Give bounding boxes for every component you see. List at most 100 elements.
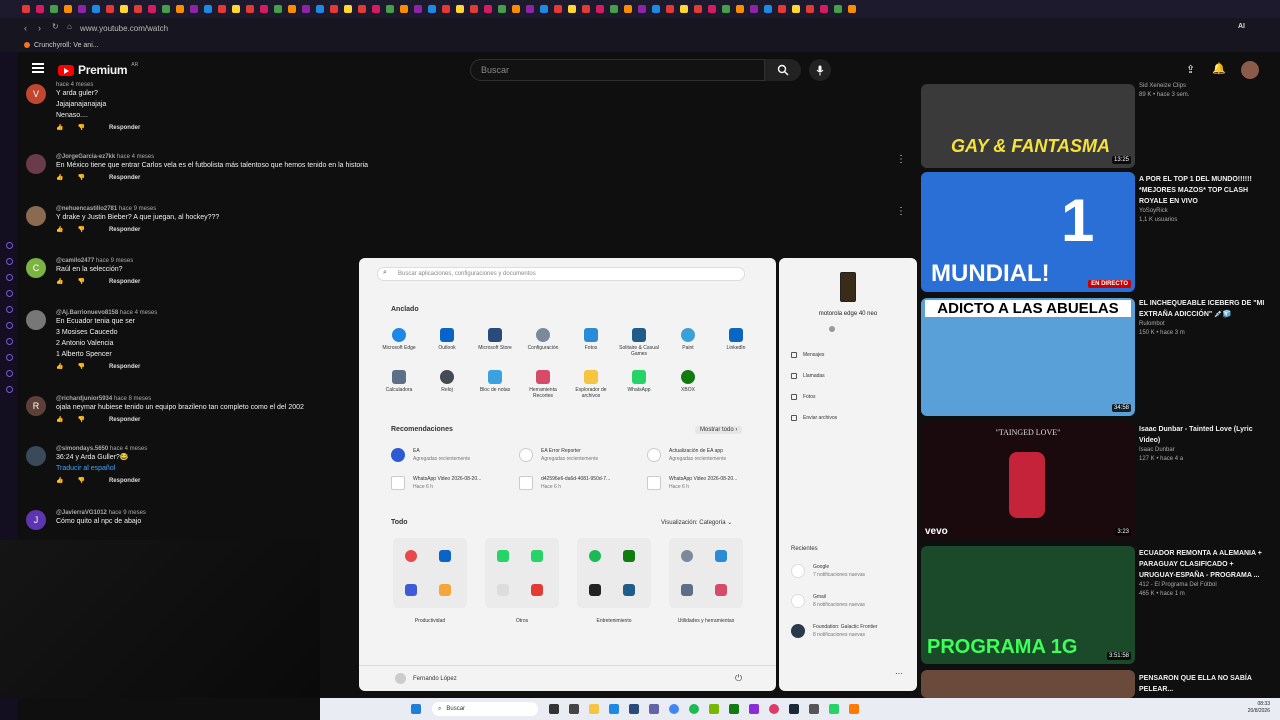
browser-tab-icon[interactable] (344, 5, 352, 13)
reply-button[interactable]: Responder (109, 175, 140, 181)
browser-tab-icon[interactable] (64, 5, 72, 13)
browser-tab-icon[interactable] (806, 5, 814, 13)
more-icon[interactable]: ⋯ (895, 669, 903, 678)
pinned-app[interactable]: Calculadora (375, 370, 423, 393)
view-selector[interactable]: Visualización: Categoría ⌄ (661, 519, 732, 526)
browser-tab-icon[interactable] (652, 5, 660, 13)
sidebar-icon[interactable] (5, 354, 13, 361)
avatar[interactable] (26, 154, 46, 174)
taskbar-search[interactable]: ⌕ Buscar (432, 702, 538, 716)
reply-button[interactable]: Responder (109, 125, 140, 131)
dislike-icon[interactable]: 👎 (77, 226, 84, 233)
notifications-bell-icon[interactable]: 🔔 (1212, 62, 1226, 75)
video-info[interactable]: ECUADOR REMONTA A ALEMANIA + PARAGUAY CL… (1139, 548, 1267, 599)
browser-tab-icon[interactable] (568, 5, 576, 13)
pinned-app[interactable]: Outlook (423, 328, 471, 351)
show-all-button[interactable]: Mostrar todo › (695, 426, 743, 434)
file-explorer-icon[interactable] (589, 704, 599, 714)
reply-button[interactable]: Responder (109, 227, 140, 233)
pinned-app[interactable]: Herramienta Recortes (519, 370, 567, 399)
browser-tab-icon[interactable] (834, 5, 842, 13)
browser-tab-icon[interactable] (106, 5, 114, 13)
browser-tab-icon[interactable] (302, 5, 310, 13)
dislike-icon[interactable]: 👎 (77, 416, 84, 423)
recommendation-item[interactable]: WhatsApp Video 2026-08-20... Hace 6 h (391, 474, 511, 494)
dislike-icon[interactable]: 👎 (77, 278, 84, 285)
browser-tab-icon[interactable] (736, 5, 744, 13)
reply-button[interactable]: Responder (109, 417, 140, 423)
pinned-app[interactable]: Microsoft Edge (375, 328, 423, 351)
address-bar[interactable]: ‹ › ↻ ⌂ www.youtube.com/watch AI (0, 18, 1280, 38)
recommendation-item[interactable]: EA Error Reporter Agregadas recientemente (519, 446, 639, 466)
reply-button[interactable]: Responder (109, 364, 140, 370)
video-thumbnail[interactable]: "TAINGED LOVE" vevo 3:23 (921, 422, 1135, 540)
browser-tab-icon[interactable] (540, 5, 548, 13)
avatar[interactable]: R (26, 396, 46, 416)
browser-tab-icon[interactable] (204, 5, 212, 13)
video-title[interactable]: A POR EL TOP 1 DEL MUNDO!!!!!! *MEJORES … (1139, 174, 1267, 207)
browser-tab-icon[interactable] (624, 5, 632, 13)
system-clock[interactable]: 08:33 20/8/2026 (1248, 701, 1270, 715)
xbox-icon[interactable] (729, 704, 739, 714)
home-icon[interactable]: ⌂ (67, 22, 72, 31)
video-title[interactable]: PENSARON QUE ELLA NO SABÍA PELEAR... (1139, 673, 1267, 695)
store-icon[interactable] (629, 704, 639, 714)
upload-icon[interactable]: ⇪ (1186, 63, 1195, 76)
teams-icon[interactable] (649, 704, 659, 714)
sidebar-icon[interactable] (5, 258, 13, 265)
sidebar-icon[interactable] (5, 306, 13, 313)
pinned-app[interactable]: Explorador de archivos (567, 370, 615, 399)
reply-button[interactable]: Responder (109, 279, 140, 285)
video-thumbnail[interactable]: GAY & FANTASMA 13:25 (921, 84, 1135, 168)
url-text[interactable]: www.youtube.com/watch (80, 24, 168, 33)
ai-button[interactable]: AI (1238, 23, 1245, 30)
forward-icon[interactable]: › (38, 23, 41, 33)
browser-tab-icon[interactable] (162, 5, 170, 13)
reply-button[interactable]: Responder (109, 478, 140, 484)
browser-tab-icon[interactable] (274, 5, 282, 13)
channel-name[interactable]: Rulombot (1139, 320, 1267, 329)
channel-name[interactable]: 412 - El Programa Del Fútbol (1139, 581, 1267, 590)
chrome-icon[interactable] (669, 704, 679, 714)
start-button-icon[interactable] (411, 704, 421, 714)
pinned-app[interactable]: Configuración (519, 328, 567, 351)
video-thumbnail[interactable]: PROGRAMA 1G 3:51:58 (921, 546, 1135, 664)
taskbar-app-icon[interactable] (809, 704, 819, 714)
browser-tab-icon[interactable] (330, 5, 338, 13)
sidebar-icon[interactable] (5, 370, 13, 377)
browser-tab-icon[interactable] (260, 5, 268, 13)
video-info[interactable]: PENSARON QUE ELLA NO SABÍA PELEAR... (1139, 673, 1267, 695)
taskbar-app-icon[interactable] (569, 704, 579, 714)
channel-name[interactable]: YoSoyRick (1139, 207, 1267, 216)
pinned-app[interactable]: Solitaire & Casual Games (615, 328, 663, 357)
dislike-icon[interactable]: 👎 (77, 477, 84, 484)
user-name[interactable]: Fernando López (413, 676, 457, 682)
menu-icon[interactable] (32, 63, 44, 73)
browser-tab-icon[interactable] (358, 5, 366, 13)
like-icon[interactable]: 👍 (56, 477, 63, 484)
phone-action[interactable]: Enviar archivos (791, 415, 837, 421)
video-info[interactable]: Sid Xeneize Clips 89 K • hace 3 sem. (1139, 82, 1267, 100)
pinned-app[interactable]: Fotos (567, 328, 615, 351)
browser-tab-icon[interactable] (820, 5, 828, 13)
browser-tab-icon[interactable] (372, 5, 380, 13)
category-entretenimiento[interactable] (577, 538, 651, 608)
sidebar-icon[interactable] (5, 338, 13, 345)
pinned-app[interactable]: Bloc de notas (471, 370, 519, 393)
browser-tab-icon[interactable] (764, 5, 772, 13)
spotify-icon[interactable] (689, 704, 699, 714)
edge-icon[interactable] (609, 704, 619, 714)
browser-tab-icon[interactable] (778, 5, 786, 13)
back-icon[interactable]: ‹ (24, 23, 27, 33)
video-title[interactable]: EL INCHEQUEABLE ICEBERG DE "MI EXTRAÑA A… (1139, 298, 1267, 320)
like-icon[interactable]: 👍 (56, 278, 63, 285)
task-view-icon[interactable] (549, 704, 559, 714)
browser-tab-icon[interactable] (498, 5, 506, 13)
phone-action[interactable]: Fotos (791, 394, 816, 400)
browser-tab-icon[interactable] (50, 5, 58, 13)
browser-tab-icon[interactable] (120, 5, 128, 13)
browser-tab-icon[interactable] (596, 5, 604, 13)
opera-gx-icon[interactable] (769, 704, 779, 714)
channel-name[interactable]: Sid Xeneize Clips (1139, 82, 1267, 91)
browser-tab-icon[interactable] (638, 5, 646, 13)
